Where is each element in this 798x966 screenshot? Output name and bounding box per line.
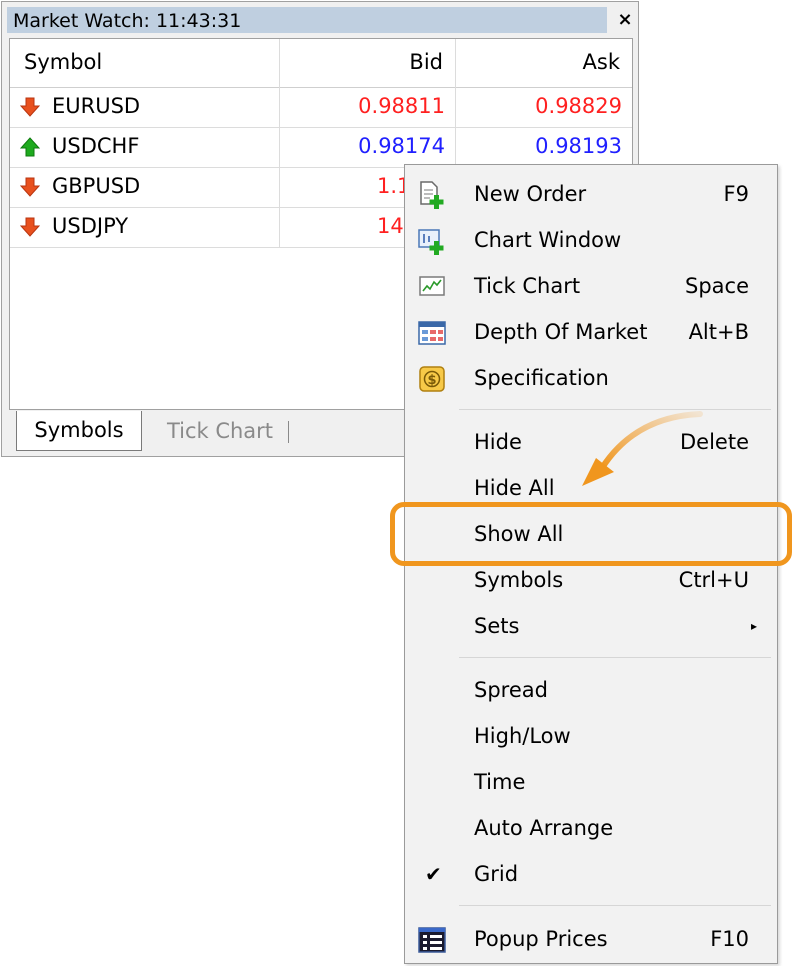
close-icon[interactable]: ×	[614, 7, 636, 33]
tab-tick-chart[interactable]: Tick Chart	[150, 411, 290, 451]
menu-item-high-low[interactable]: High/Low	[405, 714, 777, 758]
ask-cell: 0.98193	[535, 134, 622, 158]
bid-cell: 0.98811	[280, 87, 456, 127]
menu-item-tick-chart[interactable]: Tick Chart Space	[405, 264, 777, 308]
menu-item-label: High/Low	[474, 724, 571, 748]
bid-cell: 0.98174	[280, 127, 456, 167]
menu-item-label: Grid	[474, 862, 519, 886]
menu-item-shortcut: Alt+B	[688, 320, 749, 344]
menu-item-label: Auto Arrange	[474, 816, 614, 840]
symbol-cell: EURUSD	[10, 87, 280, 127]
menu-item-label: Depth Of Market	[474, 320, 648, 344]
menu-item-label: Spread	[474, 678, 548, 702]
symbol-cell: USDJPY	[10, 207, 280, 247]
column-header-ask[interactable]: Ask	[456, 39, 632, 87]
submenu-arrow-icon: ▸	[750, 619, 757, 633]
show-all-highlight-box	[390, 502, 792, 566]
symbol-cell: USDCHF	[10, 127, 280, 167]
menu-item-time[interactable]: Time	[405, 760, 777, 804]
menu-item-popup-prices[interactable]: Popup Prices F10	[405, 917, 777, 961]
tick-chart-icon	[419, 276, 445, 296]
menu-item-chart-window[interactable]: Chart Window	[405, 218, 777, 262]
menu-item-shortcut: Space	[685, 274, 749, 298]
menu-item-depth-of-market[interactable]: Depth Of Market Alt+B	[405, 310, 777, 354]
menu-item-label: Time	[474, 770, 526, 794]
menu-item-label: Chart Window	[474, 228, 622, 252]
column-header-bid[interactable]: Bid	[280, 39, 456, 87]
grid-header: Symbol Bid Ask	[10, 39, 632, 88]
menu-item-spread[interactable]: Spread	[405, 668, 777, 712]
menu-item-new-order[interactable]: New Order F9	[405, 172, 777, 216]
title-bar[interactable]: Market Watch: 11:43:31	[7, 7, 607, 33]
menu-separator	[459, 905, 771, 906]
symbol-cell: GBPUSD	[10, 167, 280, 207]
menu-item-sets[interactable]: Sets ▸	[405, 604, 777, 648]
menu-item-auto-arrange[interactable]: Auto Arrange	[405, 806, 777, 850]
menu-item-label: Sets	[474, 614, 520, 638]
menu-item-shortcut: F9	[723, 182, 749, 206]
menu-item-label: Specification	[474, 366, 609, 390]
table-row[interactable]: EURUSD 0.98811 0.98829	[10, 87, 632, 128]
menu-item-label: Popup Prices	[474, 927, 608, 951]
popup-prices-icon	[418, 927, 446, 953]
menu-item-label: Tick Chart	[474, 274, 581, 298]
tab-symbols[interactable]: Symbols	[16, 411, 142, 451]
menu-item-label: Hide	[474, 430, 522, 454]
table-row[interactable]: USDCHF 0.98174 0.98193	[10, 127, 632, 168]
menu-item-label: New Order	[474, 182, 587, 206]
new-order-icon	[420, 181, 444, 209]
depth-of-market-icon	[418, 321, 446, 345]
menu-item-grid[interactable]: ✔ Grid	[405, 852, 777, 896]
menu-item-specification[interactable]: $ Specification	[405, 356, 777, 400]
tab-divider	[288, 421, 289, 443]
chart-window-icon	[418, 229, 444, 255]
checkmark-icon: ✔	[425, 862, 442, 886]
svg-text:$: $	[427, 373, 436, 388]
menu-item-shortcut: F10	[710, 927, 749, 951]
specification-icon: $	[419, 366, 445, 392]
window-title: Market Watch: 11:43:31	[13, 10, 242, 32]
ask-cell: 0.98829	[535, 94, 622, 118]
menu-separator	[459, 657, 771, 658]
column-header-symbol[interactable]: Symbol	[10, 39, 280, 87]
pointer-arrow-icon	[582, 411, 703, 486]
